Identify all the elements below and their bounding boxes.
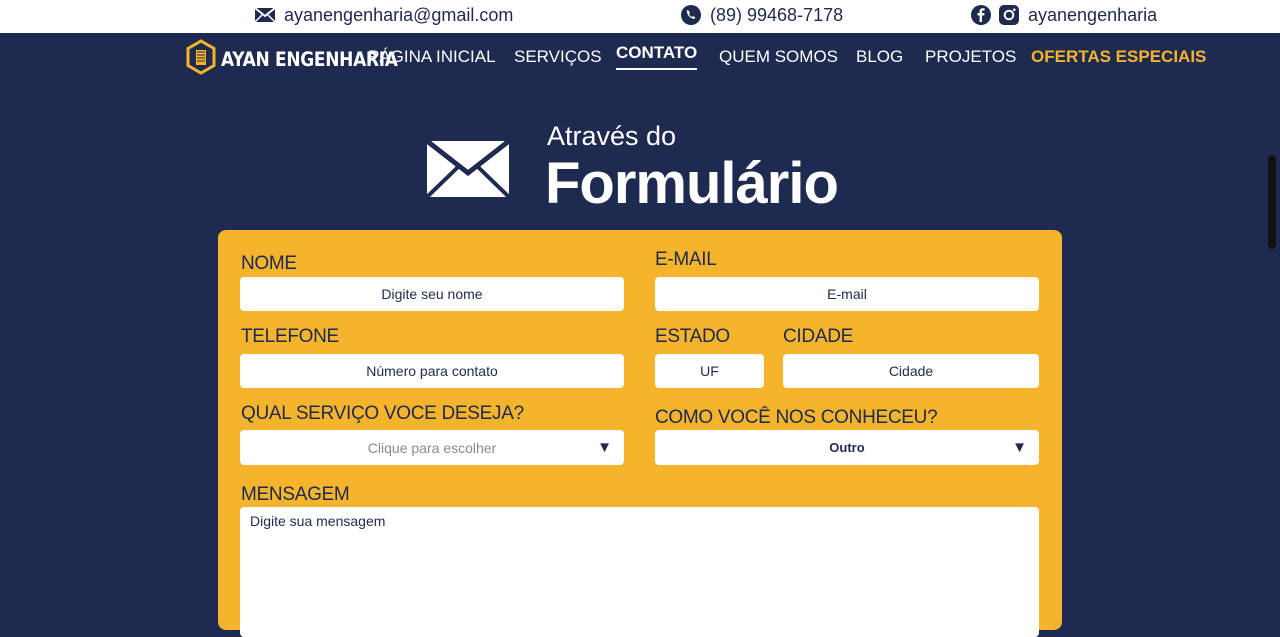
nome-input[interactable] bbox=[240, 277, 624, 311]
nav-contato[interactable]: CONTATO bbox=[616, 43, 698, 70]
topbar-email-text: ayanengenharia@gmail.com bbox=[284, 4, 514, 25]
top-contact-bar: ayanengenharia@gmail.com (89) 99468-7178… bbox=[0, 0, 1280, 33]
main-navbar: AYAN ENGENHARIA PÁGINA INICIAL SERVIÇOS … bbox=[0, 33, 1280, 81]
mensagem-textarea[interactable] bbox=[240, 507, 1039, 637]
estado-label: ESTADO bbox=[655, 326, 730, 347]
email-input[interactable] bbox=[655, 277, 1039, 311]
estado-input[interactable] bbox=[655, 354, 764, 388]
topbar-email[interactable]: ayanengenharia@gmail.com bbox=[254, 4, 513, 26]
telefone-label: TELEFONE bbox=[241, 326, 339, 347]
mensagem-label: MENSAGEM bbox=[241, 484, 350, 505]
servico-select[interactable]: Clique para escolher ▼ bbox=[240, 430, 624, 465]
topbar-social[interactable]: ayanengenharia bbox=[970, 4, 1157, 26]
whatsapp-icon bbox=[680, 4, 702, 26]
cidade-label: CIDADE bbox=[783, 326, 853, 347]
contact-form: NOME E-MAIL TELEFONE ESTADO CIDADE QUAL … bbox=[218, 230, 1062, 637]
hexagon-logo-icon bbox=[185, 39, 217, 80]
mail-icon bbox=[254, 7, 276, 23]
nav-projetos[interactable]: PROJETOS bbox=[925, 47, 1016, 67]
nav-servicos[interactable]: SERVIÇOS bbox=[514, 47, 602, 67]
instagram-icon[interactable] bbox=[998, 4, 1020, 26]
telefone-input[interactable] bbox=[240, 354, 624, 388]
hero-subtitle: Através do bbox=[547, 121, 677, 151]
servico-label: QUAL SERVIÇO VOCE DESEJA? bbox=[241, 403, 524, 424]
topbar-phone-text: (89) 99468-7178 bbox=[710, 4, 844, 25]
conheceu-select-value: Outro bbox=[829, 440, 865, 455]
topbar-social-text: ayanengenharia bbox=[1028, 4, 1158, 25]
nav-quem-somos[interactable]: QUEM SOMOS bbox=[719, 47, 838, 67]
servico-select-value: Clique para escolher bbox=[367, 439, 497, 456]
page-scrollbar[interactable] bbox=[1268, 155, 1276, 249]
conheceu-label: COMO VOCÊ NOS CONHECEU? bbox=[655, 407, 938, 428]
nav-pagina-inicial[interactable]: PÁGINA INICIAL bbox=[368, 47, 496, 67]
chevron-down-icon: ▼ bbox=[597, 439, 612, 456]
chevron-down-icon: ▼ bbox=[1012, 439, 1027, 456]
nav-ofertas-especiais[interactable]: OFERTAS ESPECIAIS bbox=[1031, 47, 1206, 67]
brand-logo[interactable]: AYAN ENGENHARIA bbox=[185, 39, 398, 80]
facebook-icon[interactable] bbox=[970, 4, 992, 26]
hero-title: Formulário bbox=[545, 151, 839, 216]
nav-blog[interactable]: BLOG bbox=[856, 47, 903, 67]
nome-label: NOME bbox=[241, 253, 297, 274]
conheceu-select[interactable]: Outro ▼ bbox=[655, 430, 1039, 465]
email-label: E-MAIL bbox=[655, 249, 717, 270]
cidade-input[interactable] bbox=[783, 354, 1039, 388]
topbar-phone[interactable]: (89) 99468-7178 bbox=[680, 4, 843, 26]
envelope-icon bbox=[425, 139, 511, 203]
